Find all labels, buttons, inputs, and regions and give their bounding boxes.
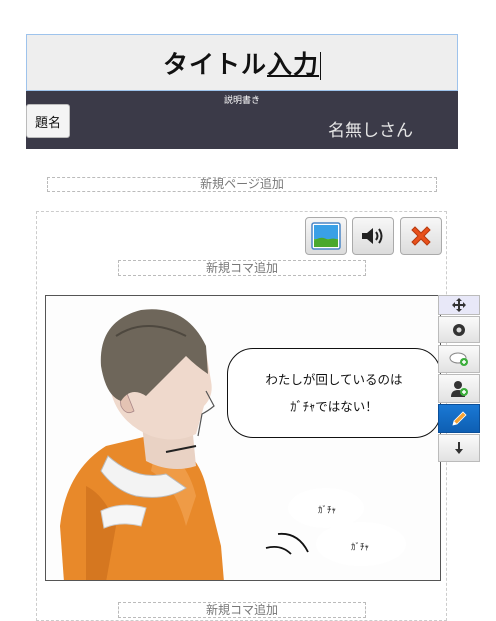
comic-panel[interactable]: わたしが回しているのは ｶﾞﾁｬではない！ ｶﾞﾁｬ ｶﾞﾁｬ <box>45 295 441 581</box>
record-tool-button[interactable] <box>438 316 480 343</box>
image-icon <box>311 222 341 250</box>
record-icon <box>453 323 465 336</box>
add-image-button[interactable] <box>305 217 347 255</box>
title-text: タイトル入力 <box>162 49 322 80</box>
description-label[interactable]: 説明書き <box>26 93 458 106</box>
draw-tool-button[interactable] <box>438 404 480 433</box>
sfx-text-1[interactable]: ｶﾞﾁｬ <box>318 503 336 516</box>
add-character-button[interactable] <box>438 374 480 403</box>
close-icon <box>411 226 431 246</box>
speech-bubble[interactable]: わたしが回しているのは ｶﾞﾁｬではない！ <box>227 348 440 438</box>
header-bar: 説明書き 題名 名無しさん <box>26 91 458 149</box>
move-down-button[interactable] <box>438 434 480 462</box>
title-input[interactable]: タイトル入力 <box>26 34 458 91</box>
author-name[interactable]: 名無しさん <box>328 116 413 141</box>
character-illustration <box>60 309 406 580</box>
add-panel-button-bottom[interactable]: 新規コマ追加 <box>118 602 366 618</box>
add-character-icon <box>451 380 468 397</box>
speaker-icon <box>362 228 383 244</box>
speech-line-2: ｶﾞﾁｬではない！ <box>290 399 378 414</box>
move-icon <box>452 298 466 312</box>
speech-line-1: わたしが回しているのは <box>265 372 403 387</box>
pencil-icon <box>452 410 467 426</box>
sfx-text-2[interactable]: ｶﾞﾁｬ <box>351 540 369 553</box>
delete-page-button[interactable] <box>400 217 442 255</box>
add-sound-button[interactable] <box>352 217 394 255</box>
down-arrow-icon <box>455 442 463 454</box>
add-bubble-button[interactable] <box>438 345 480 373</box>
subject-button[interactable]: 題名 <box>26 104 70 138</box>
add-panel-button[interactable]: 新規コマ追加 <box>118 260 366 276</box>
add-page-button[interactable]: 新規ページ追加 <box>47 177 437 192</box>
add-bubble-icon <box>449 352 468 366</box>
move-handle[interactable] <box>438 295 480 315</box>
